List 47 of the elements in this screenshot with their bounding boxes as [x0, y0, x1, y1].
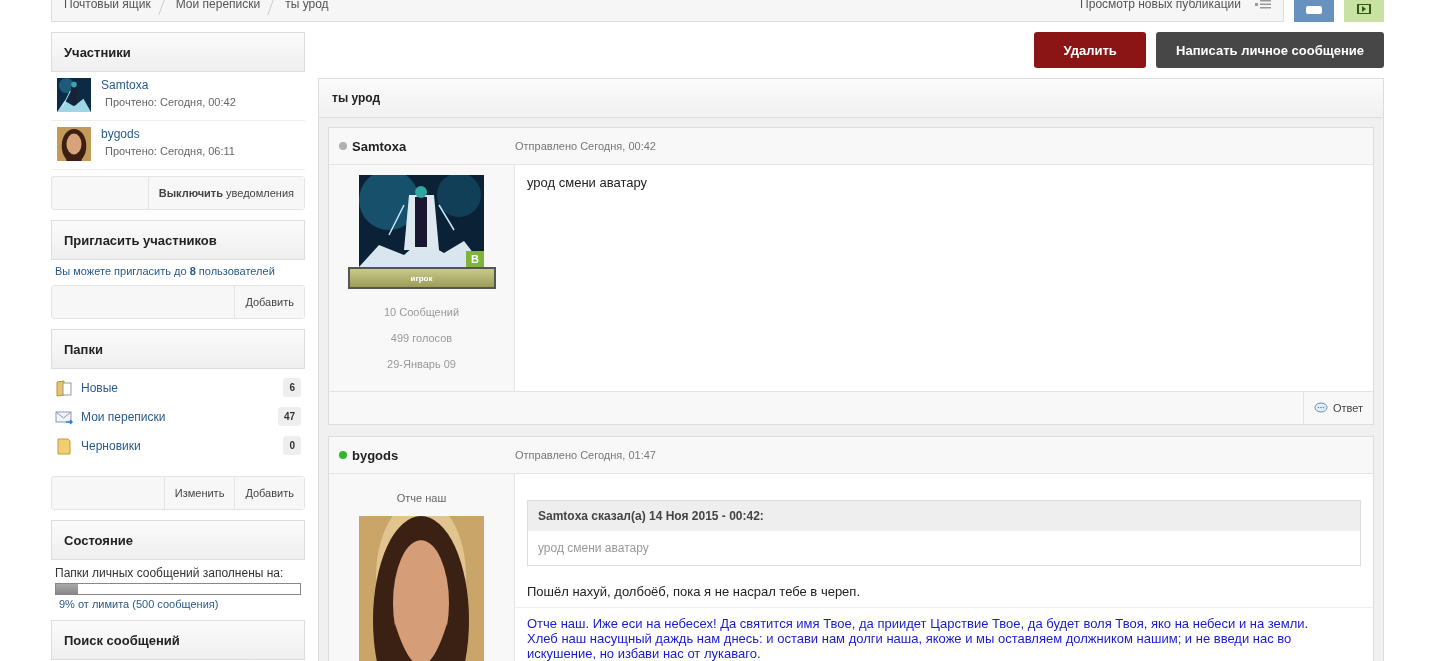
- add-button[interactable]: Добавить: [234, 286, 304, 318]
- member-name-link[interactable]: Samtoxa: [101, 78, 236, 92]
- author-link[interactable]: bygods: [352, 447, 399, 463]
- folder-link[interactable]: Новые: [81, 380, 276, 395]
- section-header: Состояние: [51, 520, 305, 560]
- author-link[interactable]: Samtoxa: [352, 138, 407, 154]
- user-stat: 29-Январь 09: [387, 357, 456, 372]
- storage-note: 9% от лимита (500 сообщения): [58, 598, 220, 610]
- folder-icon: [55, 378, 73, 397]
- folder-link[interactable]: Мои переписки: [81, 409, 270, 424]
- folder-link[interactable]: Черновики: [81, 438, 276, 453]
- section-header: Поиск сообщений: [51, 620, 305, 660]
- message-text: урод смени аватару: [527, 175, 648, 190]
- read-time: Прочтено: Сегодня, 00:42: [104, 96, 236, 108]
- rank-badge: игрок: [347, 267, 496, 289]
- section-header: Пригласить участников: [51, 220, 305, 260]
- user-title: Отче наш: [396, 492, 447, 504]
- folder-action-button[interactable]: Добавить: [234, 477, 304, 509]
- message-count: 47: [277, 407, 301, 426]
- member-name-link[interactable]: bygods: [101, 127, 235, 141]
- signature-text: Хлеб наш насущный даждь нам днесь: и остави нам долги наша, якоже и мы оставляем должником нашим; и не введи нас во искушение, но избави нас от лукаваго.: [527, 631, 1293, 661]
- user-stat: 10 Сообщений: [383, 305, 460, 320]
- user-stat: 499 голосов: [390, 331, 453, 346]
- sent-time: Отправлено Сегодня, 01:47: [515, 449, 656, 461]
- quote-text: урод смени аватару: [537, 540, 650, 557]
- speech-bubble-icon: [1313, 402, 1328, 414]
- notifications-button[interactable]: Выключить уведомления: [147, 177, 304, 209]
- delete-button[interactable]: Удалить: [1034, 32, 1147, 68]
- section-header: Папки: [51, 329, 305, 369]
- section-header: Участники: [51, 32, 305, 72]
- list-icon: [1255, 0, 1271, 9]
- quote-header: Samtoxa сказал(а) 14 Ноя 2015 - 00:42:: [528, 501, 1360, 531]
- folder-icon: [55, 436, 73, 455]
- invite-note: Вы можете пригласить до 8 пользователей: [55, 265, 276, 277]
- group-badge: В: [466, 251, 484, 267]
- breadcrumb-link[interactable]: ты урод: [285, 0, 341, 11]
- signature-text: Отче наш. Иже еси на небесех! Да святится имя Твое, да приидет Царствие Твое, да будет воля Твоя, яко на небеси и на земли.: [527, 616, 1310, 631]
- sent-time: Отправлено Сегодня, 00:42: [515, 140, 656, 152]
- breadcrumb-link[interactable]: Мои переписки: [175, 0, 273, 11]
- play-icon: [1357, 4, 1371, 14]
- topic-header: ты урод: [319, 79, 1383, 118]
- storage-label: Папки личных сообщений заполнены на:: [55, 566, 285, 580]
- message-count: 6: [283, 378, 301, 397]
- read-time: Прочтено: Сегодня, 06:11: [104, 145, 235, 157]
- message-count: 0: [283, 436, 301, 455]
- compose-button[interactable]: Написать личное сообщение: [1156, 32, 1384, 68]
- message-text: Пошёл нахуй, долбоёб, пока я не насрал тебе в череп.: [527, 584, 861, 599]
